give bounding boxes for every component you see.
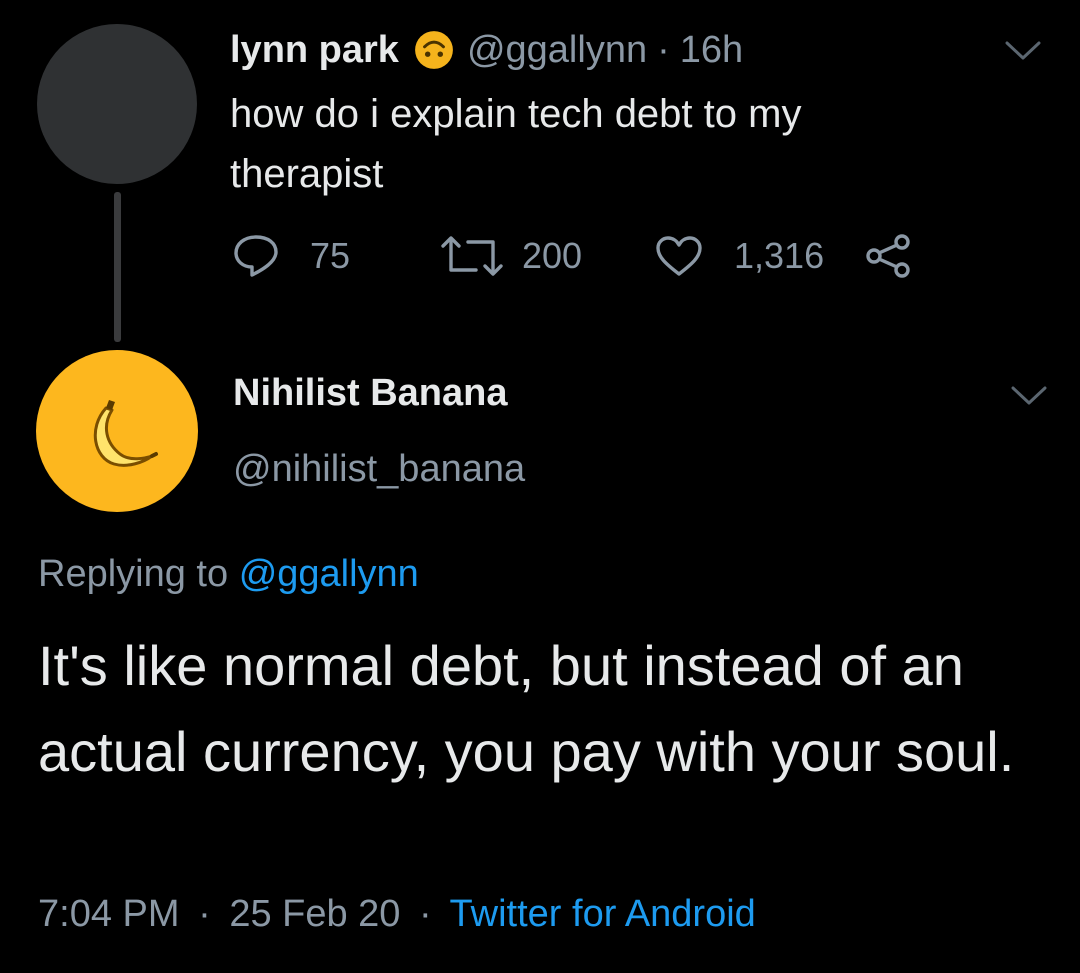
parent-tweet-header: lynn park @ggallynn · 16h xyxy=(230,28,743,72)
thread-line xyxy=(114,192,121,342)
parent-avatar[interactable] xyxy=(37,24,197,184)
replying-to: Replying to @ggallynn xyxy=(38,553,419,596)
chevron-down-icon[interactable] xyxy=(1010,385,1048,407)
upside-down-face-icon xyxy=(415,31,453,69)
parent-author-name[interactable]: lynn park xyxy=(230,29,399,72)
reply-count: 75 xyxy=(310,235,351,276)
reply-author-name[interactable]: Nihilist Banana xyxy=(233,372,508,415)
reply-icon xyxy=(234,235,278,277)
retweet-action[interactable]: 200 xyxy=(440,228,582,284)
header-separator: · xyxy=(657,28,670,71)
share-icon xyxy=(866,234,910,278)
share-action[interactable] xyxy=(864,228,912,284)
tweet-metadata: 7:04 PM · 25 Feb 20 · Twitter for Androi… xyxy=(38,893,756,936)
like-count: 1,316 xyxy=(734,235,825,276)
meta-separator: · xyxy=(198,893,211,935)
parent-time[interactable]: 16h xyxy=(680,29,743,72)
chevron-down-icon[interactable] xyxy=(1004,40,1042,62)
parent-handle[interactable]: @ggallynn xyxy=(467,29,647,72)
tweet-date[interactable]: 25 Feb 20 xyxy=(229,893,400,935)
parent-tweet-text: how do i explain tech debt to my therapi… xyxy=(230,92,802,196)
reply-handle[interactable]: @nihilist_banana xyxy=(233,448,525,491)
reply-tweet-text: It's like normal debt, but instead of an… xyxy=(38,634,1015,783)
reply-action[interactable]: 75 xyxy=(232,228,350,284)
heart-icon xyxy=(656,236,702,276)
retweet-count: 200 xyxy=(522,235,583,276)
like-action[interactable]: 1,316 xyxy=(654,228,824,284)
tweet-time[interactable]: 7:04 PM xyxy=(38,893,180,935)
reply-avatar[interactable] xyxy=(36,350,198,512)
replying-to-handle-link[interactable]: @ggallynn xyxy=(239,553,419,595)
retweet-icon xyxy=(441,236,503,276)
replying-to-label: Replying to xyxy=(38,553,229,595)
client-link[interactable]: Twitter for Android xyxy=(450,893,756,935)
meta-separator: · xyxy=(419,893,432,935)
banana-icon xyxy=(93,400,158,467)
